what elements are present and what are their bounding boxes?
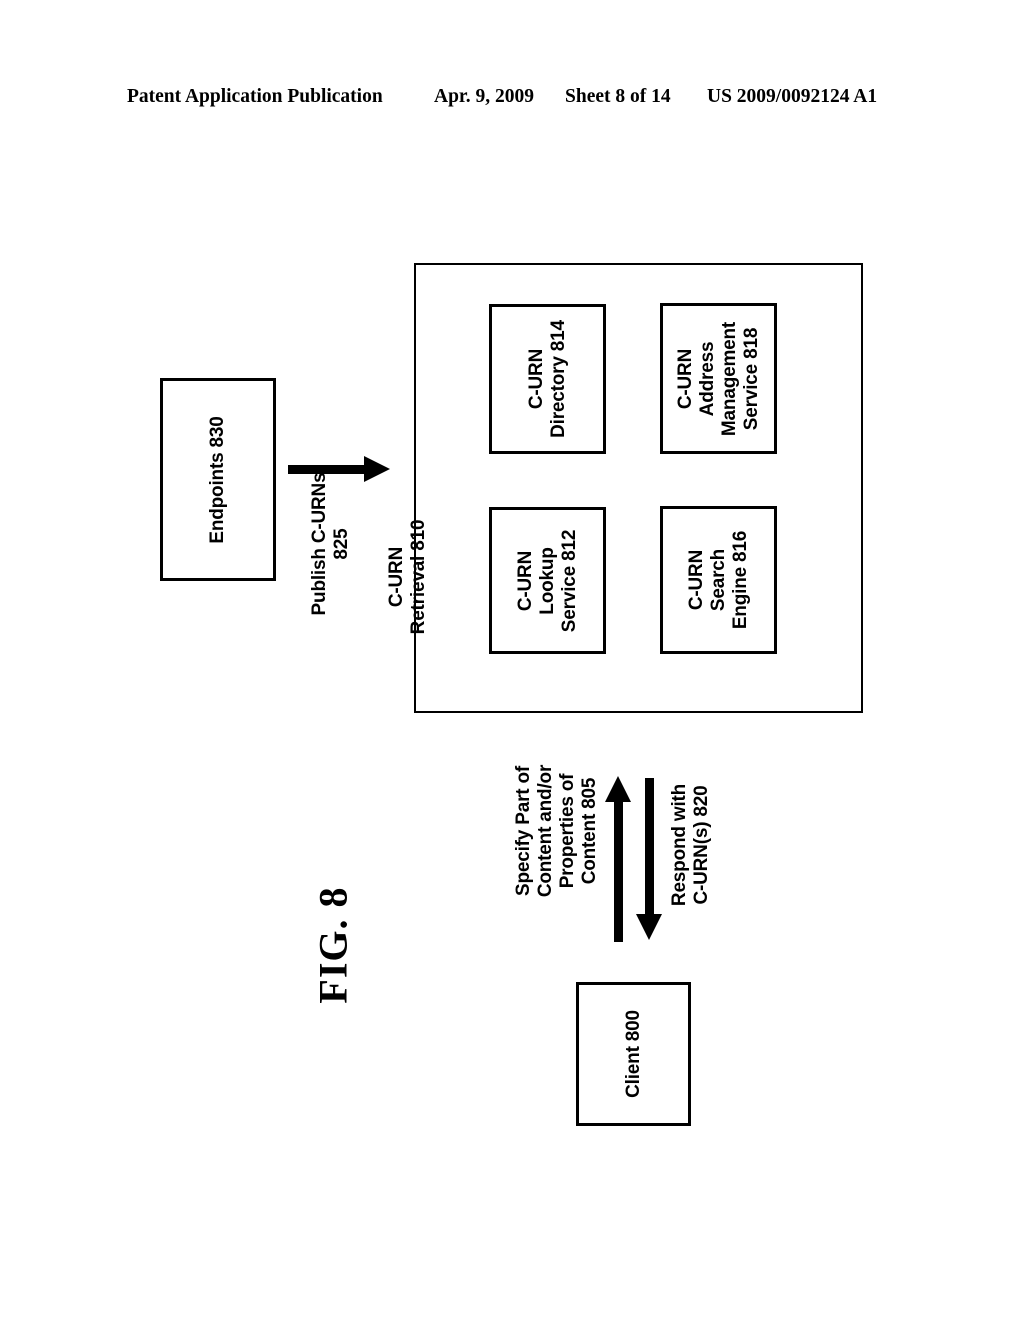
publish-arrow-head-icon <box>364 456 390 482</box>
respond-arrow-label: Respond with C-URN(s) 820 <box>668 783 712 907</box>
endpoints-box: Endpoints 830 <box>160 378 276 581</box>
curn-lookup-service-box: C-URN Lookup Service 812 <box>489 507 606 654</box>
curn-lookup-service-box-label: C-URN Lookup Service 812 <box>514 529 580 632</box>
curn-search-engine-box-label: C-URN Search Engine 816 <box>685 530 751 630</box>
client-box: Client 800 <box>576 982 691 1126</box>
specify-arrow-shaft <box>614 800 623 942</box>
curn-directory-box-label: C-URN Directory 814 <box>525 320 569 438</box>
respond-arrow-head-icon <box>636 914 662 940</box>
curn-address-management-service-box-label: C-URN Address Management Service 818 <box>674 321 762 436</box>
curn-retrieval-container <box>414 263 863 713</box>
curn-search-engine-box: C-URN Search Engine 816 <box>660 506 777 654</box>
specify-arrow-head-icon <box>605 776 631 802</box>
header-publication-date: Apr. 9, 2009 <box>434 86 535 107</box>
curn-address-management-service-box: C-URN Address Management Service 818 <box>660 303 777 454</box>
specify-arrow-label: Specify Part of Content and/or Propertie… <box>512 764 601 898</box>
respond-arrow-shaft <box>645 778 654 920</box>
header-patent-number: US 2009/0092124 A1 <box>707 86 878 107</box>
curn-retrieval-container-label: C-URN Retrieval 810 <box>385 519 429 635</box>
header-sheet-number: Sheet 8 of 14 <box>565 86 671 107</box>
client-box-label: Client 800 <box>622 1010 644 1098</box>
publish-arrow-label: Publish C-URNs 825 <box>308 472 352 616</box>
figure-caption: FIG. 8 <box>310 886 356 1004</box>
page-header: Patent Application Publication Apr. 9, 2… <box>0 86 1024 116</box>
endpoints-box-label: Endpoints 830 <box>206 415 228 544</box>
header-publication-title: Patent Application Publication <box>127 86 383 107</box>
curn-directory-box: C-URN Directory 814 <box>489 304 606 454</box>
